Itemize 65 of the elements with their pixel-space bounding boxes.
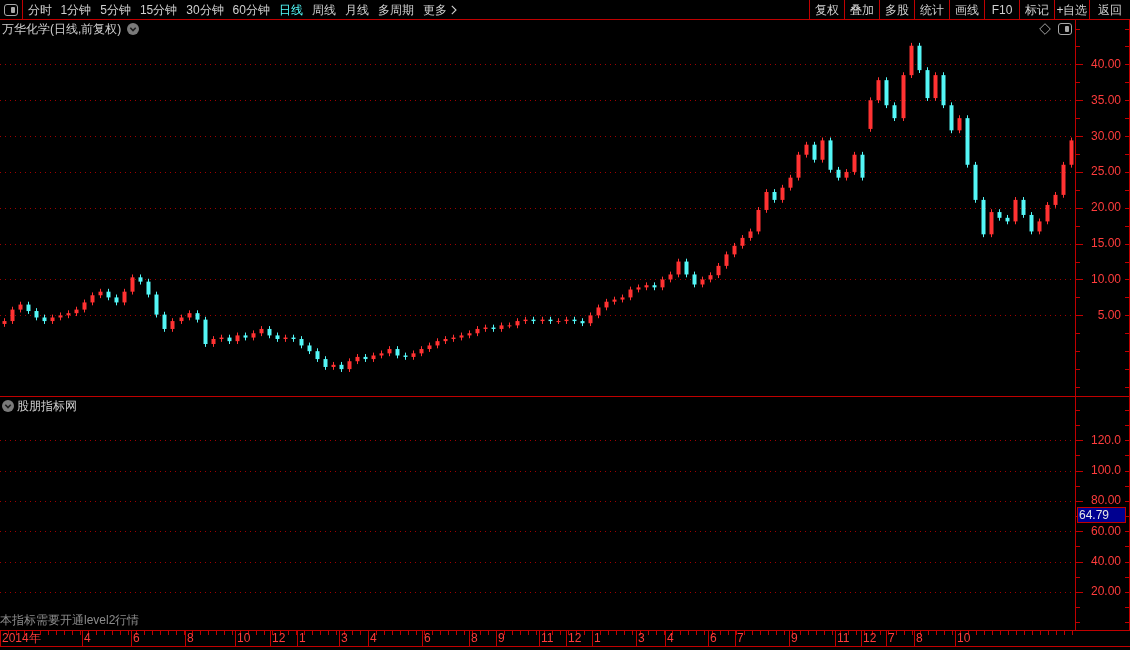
date-axis-label: 9 [498,631,505,646]
period-tab[interactable]: 分时 [23,0,56,19]
period-tab[interactable]: 多周期 [373,0,419,19]
date-axis-label: 1 [594,631,601,646]
date-axis-label: 11 [541,631,554,646]
toolbar-button[interactable]: 统计 [914,0,949,19]
current-value-marker: 64.79 [1077,507,1126,523]
toolbar-button[interactable]: 返回 [1089,0,1130,19]
toolbar-button[interactable]: 复权 [809,0,844,19]
date-axis-label: 7 [888,631,895,646]
toolbar-button[interactable]: 画线 [949,0,984,19]
date-axis-label: 10 [957,631,971,646]
date-axis-label: 8 [471,631,478,646]
date-axis-label: 7 [737,631,744,646]
axis-label: 35.00 [1090,93,1121,107]
date-axis-label: 8 [187,631,194,646]
axis-label: 5.00 [1097,308,1121,322]
axis-label: 40.00 [1090,555,1121,569]
date-axis-label: 4 [370,631,377,646]
half-filled-square-icon [4,3,18,16]
axis-label: 20.00 [1090,585,1121,599]
notice-text: 本指标需要开通level2行情 [0,613,140,627]
axis-label: 120.0 [1090,433,1121,447]
date-axis-label: 6 [133,631,140,646]
period-tab[interactable]: 日线 [274,0,308,19]
axis-label: 60.00 [1090,524,1121,538]
date-axis-label: 9 [791,631,798,646]
toolbar-button[interactable]: 多股 [879,0,914,19]
date-axis-label: 11 [837,631,850,646]
date-axis-label: 1 [299,631,306,646]
axis-label: 100.0 [1090,464,1121,478]
axis-label: 40.00 [1090,57,1121,71]
more-button[interactable]: 更多 [418,0,462,19]
toolbar-button[interactable]: F10 [984,0,1019,19]
axis-label: 25.00 [1090,165,1121,179]
date-axis-label: 12 [863,631,877,646]
chevron-down-icon[interactable] [2,400,14,412]
period-tab[interactable]: 30分钟 [181,0,229,19]
period-tab[interactable]: 5分钟 [95,0,136,19]
date-axis-label: 12 [568,631,582,646]
date-axis-label: 2014年 [2,631,41,646]
toolbar-button[interactable]: +自选 [1054,0,1089,19]
period-tab[interactable]: 1分钟 [56,0,96,19]
period-tab[interactable]: 月线 [340,0,374,19]
date-axis-label: 12 [272,631,286,646]
period-tab[interactable]: 周线 [307,0,341,19]
chevron-right-icon [450,4,457,15]
axis-label: 15.00 [1090,237,1121,251]
date-axis-label: 3 [341,631,348,646]
toolbar-button[interactable]: 叠加 [844,0,879,19]
axis-label: 20.00 [1090,201,1121,215]
axis-label: 80.00 [1090,494,1121,508]
date-axis-label: 4 [667,631,674,646]
date-axis-label: 10 [237,631,251,646]
period-tab[interactable]: 60分钟 [228,0,275,19]
indicator-title: 股朋指标网 [17,399,77,413]
date-axis-label: 3 [638,631,645,646]
date-axis-label: 8 [916,631,923,646]
axis-label: 30.00 [1090,129,1121,143]
toolbar-button[interactable]: 标记 [1019,0,1054,19]
date-axis-label: 4 [84,631,91,646]
axis-label: 10.00 [1090,273,1121,286]
period-tab[interactable]: 15分钟 [135,0,182,19]
date-axis-label: 6 [424,631,431,646]
date-axis-label: 6 [710,631,717,646]
